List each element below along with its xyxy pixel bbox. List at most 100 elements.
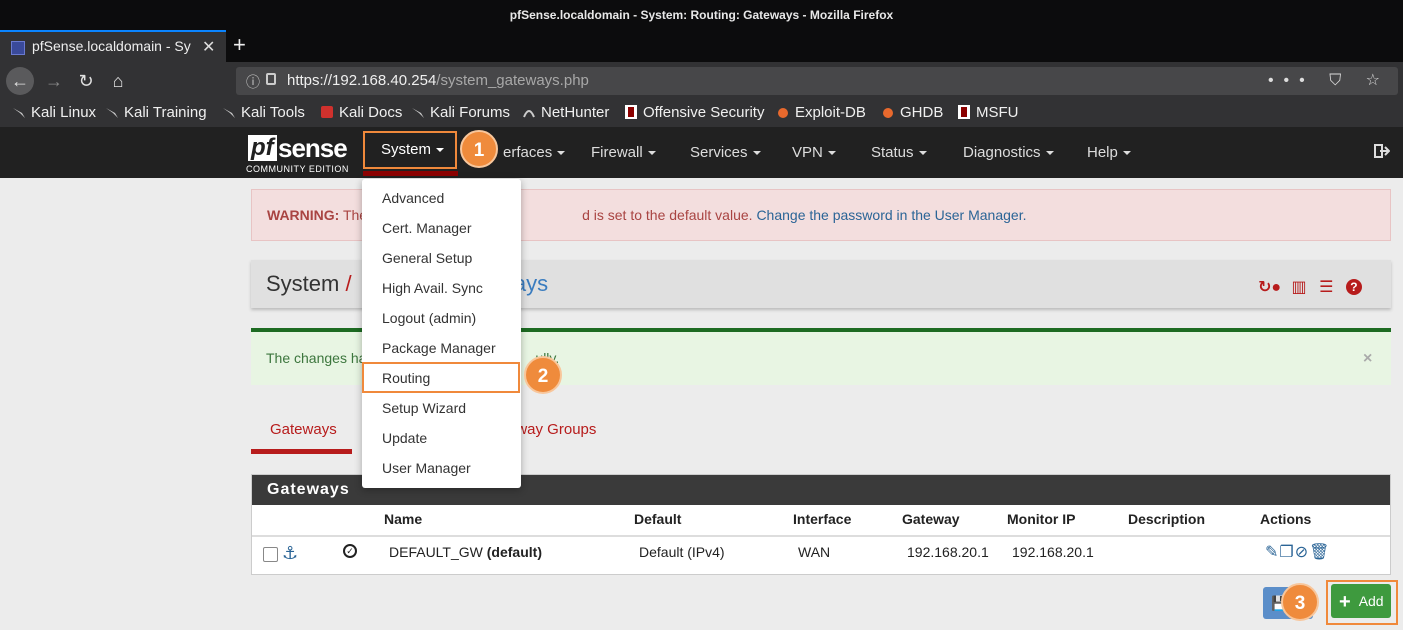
menu-help[interactable]: Help — [1087, 144, 1131, 161]
breadcrumb-root[interactable]: System — [266, 271, 339, 296]
step-badge-2: 2 — [524, 356, 562, 394]
col-header-monitor-ip: Monitor IP — [1007, 511, 1076, 527]
menu-item-logout[interactable]: Logout (admin) — [382, 310, 476, 326]
breadcrumb-separator: / — [345, 271, 352, 296]
gateways-panel: Gateways Name Default Interface Gateway … — [251, 474, 1391, 575]
page-action-icons[interactable]: ↻● ▥ ☰ ? — [1258, 277, 1362, 296]
row-checkbox[interactable] — [263, 547, 278, 562]
menu-status[interactable]: Status — [871, 144, 927, 161]
menu-item-package-manager[interactable]: Package Manager — [382, 340, 496, 356]
plus-icon: + — [1339, 591, 1351, 613]
forward-arrow-icon[interactable]: → — [40, 67, 68, 95]
menu-services[interactable]: Services — [690, 144, 761, 161]
routing-highlight-border — [362, 362, 520, 393]
bookmark-kali-forums[interactable]: Kali Forums — [411, 104, 510, 121]
kali-dragon-icon — [106, 108, 118, 118]
close-alert-icon[interactable]: × — [1363, 350, 1372, 368]
offsec-icon — [958, 105, 970, 119]
bookmark-offensive-security[interactable]: Offensive Security — [624, 104, 764, 121]
col-header-interface: Interface — [793, 511, 852, 527]
pfsense-navbar: pf sense COMMUNITY EDITION erfaces Firew… — [0, 127, 1403, 178]
reload-icon[interactable]: ↻ — [72, 67, 100, 95]
lock-warning-icon[interactable] — [266, 73, 276, 85]
url-path: /system_gateways.php — [436, 72, 589, 89]
step-badge-1: 1 — [460, 130, 498, 168]
kali-docs-icon — [321, 106, 333, 118]
exploitdb-icon — [883, 108, 893, 118]
bookmark-kali-docs[interactable]: Kali Docs — [320, 104, 402, 121]
menu-item-setup-wizard[interactable]: Setup Wizard — [382, 400, 466, 416]
nethunter-icon — [523, 110, 535, 118]
col-header-description: Description — [1128, 511, 1206, 527]
page-actions-icons[interactable]: ••• ⛉ ☆ — [1268, 70, 1390, 90]
bookmark-msfu[interactable]: MSFU — [957, 104, 1019, 121]
home-icon[interactable]: ⌂ — [104, 67, 132, 95]
disable-icon[interactable]: ⊘ — [1295, 544, 1309, 561]
exploitdb-icon — [778, 108, 788, 118]
menu-item-user-manager[interactable]: User Manager — [382, 460, 471, 476]
kali-dragon-icon — [412, 108, 424, 118]
row-actions: ✎❐⊘🗑 — [1265, 542, 1330, 562]
check-circle-icon: ✓ — [343, 544, 357, 558]
bookmark-exploit-db[interactable]: Exploit-DB — [776, 104, 866, 121]
menu-interfaces[interactable]: erfaces — [503, 144, 566, 161]
offsec-icon — [625, 105, 637, 119]
menu-firewall[interactable]: Firewall — [591, 144, 656, 161]
url-host: https://192.168.40.254 — [287, 72, 437, 89]
active-menu-indicator — [363, 171, 458, 176]
bookmark-ghdb[interactable]: GHDB — [881, 104, 943, 121]
back-arrow-icon[interactable]: ← — [6, 67, 34, 95]
copy-icon[interactable]: ❐ — [1279, 544, 1294, 561]
browser-tab[interactable]: pfSense.localdomain - Sy ✕ — [0, 30, 226, 62]
delete-trash-icon[interactable]: 🗑 — [1309, 544, 1330, 561]
menu-diagnostics[interactable]: Diagnostics — [963, 144, 1054, 161]
col-header-actions: Actions — [1260, 511, 1312, 527]
bookmark-kali-linux[interactable]: Kali Linux — [12, 104, 96, 121]
logout-icon[interactable] — [1374, 144, 1390, 158]
cell-interface: WAN — [798, 544, 831, 560]
caret-down-icon — [827, 151, 836, 156]
cell-monitor-ip: 192.168.20.1 — [1012, 544, 1094, 560]
tab-gateways[interactable]: Gateways — [270, 421, 337, 438]
bookmark-kali-training[interactable]: Kali Training — [105, 104, 207, 121]
kali-dragon-icon — [13, 108, 25, 118]
menu-item-advanced[interactable]: Advanced — [382, 190, 444, 206]
reload-status-icon[interactable]: ↻ — [1258, 279, 1271, 296]
bookmark-kali-tools[interactable]: Kali Tools — [222, 104, 305, 121]
edit-pencil-icon[interactable]: ✎ — [1265, 544, 1279, 561]
tab-close-icon[interactable]: ✕ — [202, 37, 215, 57]
chart-icon[interactable]: ▥ — [1292, 279, 1307, 296]
url-text[interactable]: https://192.168.40.254/system_gateways.p… — [287, 72, 589, 89]
tab-gateway-groups[interactable]: eway Groups — [508, 421, 596, 438]
caret-down-icon — [1122, 151, 1131, 156]
log-list-icon[interactable]: ☰ — [1319, 279, 1333, 296]
caret-down-icon — [752, 151, 761, 156]
system-dropdown-menu: Advanced Cert. Manager General Setup Hig… — [362, 179, 521, 488]
url-bar[interactable]: ⓘ https://192.168.40.254/system_gateways… — [236, 67, 1398, 95]
menu-vpn[interactable]: VPN — [792, 144, 836, 161]
help-icon[interactable]: ? — [1345, 279, 1362, 295]
pfsense-logo[interactable]: pf sense COMMUNITY EDITION — [246, 133, 356, 174]
window-titlebar: pfSense.localdomain - System: Routing: G… — [0, 0, 1403, 30]
menu-item-high-avail-sync[interactable]: High Avail. Sync — [382, 280, 483, 296]
bookmark-nethunter[interactable]: NetHunter — [522, 104, 609, 121]
info-icon[interactable]: ⓘ — [246, 72, 260, 92]
col-header-gateway: Gateway — [902, 511, 960, 527]
caret-down-icon — [557, 151, 566, 156]
anchor-icon[interactable]: ⚓ — [282, 543, 298, 564]
record-icon[interactable]: ● — [1271, 279, 1281, 296]
cell-default: Default (IPv4) — [639, 544, 725, 560]
caret-down-icon — [1045, 151, 1054, 156]
menu-system[interactable]: System — [363, 131, 457, 169]
add-button[interactable]: + Add — [1331, 584, 1391, 618]
tab-strip: pfSense.localdomain - Sy ✕ + — [0, 30, 1403, 62]
menu-item-general-setup[interactable]: General Setup — [382, 250, 472, 266]
caret-down-icon — [436, 148, 445, 153]
change-password-link[interactable]: Change the password in the User Manager. — [756, 207, 1026, 223]
new-tab-button[interactable]: + — [233, 32, 246, 58]
tab-title: pfSense.localdomain - Sy — [32, 38, 191, 54]
menu-item-update[interactable]: Update — [382, 430, 427, 446]
menu-item-cert-manager[interactable]: Cert. Manager — [382, 220, 471, 236]
col-header-default: Default — [634, 511, 682, 527]
caret-down-icon — [918, 151, 927, 156]
